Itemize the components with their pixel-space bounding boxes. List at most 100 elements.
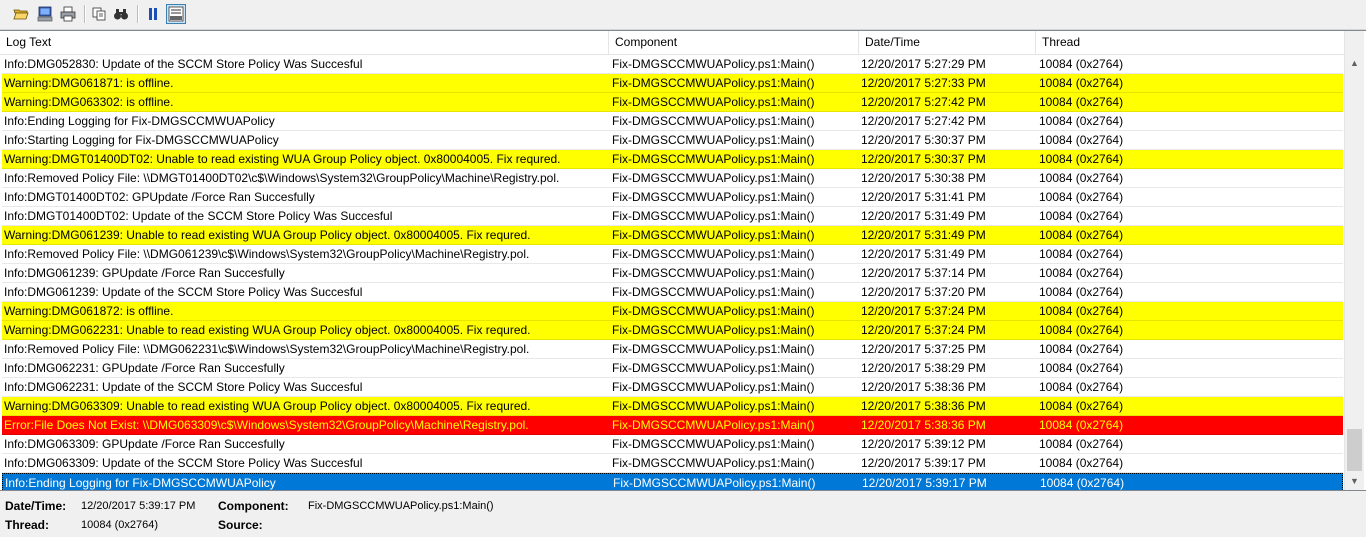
table-row[interactable]: Info:Removed Policy File: \\DMG061239\c$… [2,245,1343,264]
open-folder-icon[interactable] [11,4,31,24]
table-row[interactable]: Info:Ending Logging for Fix-DMGSCCMWUAPo… [2,112,1343,131]
column-header-log-text[interactable]: Log Text [0,31,609,54]
component-cell: Fix-DMGSCCMWUAPolicy.ps1:Main() [612,95,815,109]
table-row[interactable]: Info:DMG063309: Update of the SCCM Store… [2,454,1343,473]
thread-cell: 10084 (0x2764) [1039,209,1124,223]
log-text-cell: Info:DMG063309: Update of the SCCM Store… [4,456,363,470]
computer-icon[interactable] [35,4,55,24]
log-text-cell: Info:Removed Policy File: \\DMG062231\c$… [4,342,530,356]
thread-cell: 10084 (0x2764) [1039,247,1124,261]
table-row[interactable]: Warning:DMG061872: is offline. Fix-DMGSC… [2,302,1343,321]
table-row[interactable]: Info:DMG061239: Update of the SCCM Store… [2,283,1343,302]
table-row[interactable]: Error:File Does Not Exist: \\DMG063309\c… [2,416,1343,435]
table-row[interactable]: Info:DMGT01400DT02: GPUpdate /Force Ran … [2,188,1343,207]
component-cell: Fix-DMGSCCMWUAPolicy.ps1:Main() [612,323,815,337]
component-cell: Fix-DMGSCCMWUAPolicy.ps1:Main() [612,152,815,166]
table-row[interactable]: Info:Removed Policy File: \\DMGT01400DT0… [2,169,1343,188]
pause-icon[interactable] [143,4,163,24]
table-row[interactable]: Info:DMGT01400DT02: Update of the SCCM S… [2,207,1343,226]
datetime-cell: 12/20/2017 5:27:42 PM [861,95,986,109]
column-header-datetime[interactable]: Date/Time [859,31,1036,54]
component-cell: Fix-DMGSCCMWUAPolicy.ps1:Main() [612,190,815,204]
datetime-cell: 12/20/2017 5:38:36 PM [861,418,986,432]
log-list[interactable]: Log Text Component Date/Time Thread Info… [0,30,1366,491]
log-text-cell: Info:DMG061239: GPUpdate /Force Ran Succ… [4,266,285,280]
log-text-cell: Error:File Does Not Exist: \\DMG063309\c… [4,418,529,432]
datetime-cell: 12/20/2017 5:38:36 PM [861,380,986,394]
thread-cell: 10084 (0x2764) [1039,95,1124,109]
log-text-cell: Warning:DMG061872: is offline. [4,304,174,318]
datetime-cell: 12/20/2017 5:31:49 PM [861,228,986,242]
thread-cell: 10084 (0x2764) [1039,76,1124,90]
table-row[interactable]: Info:DMG062231: Update of the SCCM Store… [2,378,1343,397]
log-text-cell: Info:Ending Logging for Fix-DMGSCCMWUAPo… [4,114,275,128]
thread-cell: 10084 (0x2764) [1039,114,1124,128]
table-row[interactable]: Info:DMG062231: GPUpdate /Force Ran Succ… [2,359,1343,378]
log-text-cell: Info:DMG062231: Update of the SCCM Store… [4,380,363,394]
datetime-cell: 12/20/2017 5:37:25 PM [861,342,986,356]
component-cell: Fix-DMGSCCMWUAPolicy.ps1:Main() [612,380,815,394]
log-text-cell: Info:DMG062231: GPUpdate /Force Ran Succ… [4,361,285,375]
component-cell: Fix-DMGSCCMWUAPolicy.ps1:Main() [612,114,815,128]
component-cell: Fix-DMGSCCMWUAPolicy.ps1:Main() [612,456,815,470]
datetime-cell: 12/20/2017 5:37:20 PM [861,285,986,299]
table-row[interactable]: Info:DMG061239: GPUpdate /Force Ran Succ… [2,264,1343,283]
table-row[interactable]: Info:Starting Logging for Fix-DMGSCCMWUA… [2,131,1343,150]
datetime-cell: 12/20/2017 5:39:12 PM [861,437,986,451]
log-text-cell: Info:DMG063309: GPUpdate /Force Ran Succ… [4,437,285,451]
scrollbar-thumb[interactable] [1347,429,1362,471]
log-text-cell: Info:DMGT01400DT02: GPUpdate /Force Ran … [4,190,315,204]
find-icon[interactable] [111,4,131,24]
table-row[interactable]: Warning:DMG063302: is offline. Fix-DMGSC… [2,93,1343,112]
column-header: Log Text Component Date/Time Thread [0,31,1344,55]
table-row[interactable]: Info:DMG052830: Update of the SCCM Store… [2,55,1343,74]
component-value: Fix-DMGSCCMWUAPolicy.ps1:Main() [308,500,494,512]
thread-cell: 10084 (0x2764) [1040,476,1125,490]
component-cell: Fix-DMGSCCMWUAPolicy.ps1:Main() [612,76,815,90]
thread-label: Thread: [5,518,50,532]
table-row[interactable]: Info:Removed Policy File: \\DMG062231\c$… [2,340,1343,359]
log-text-cell: Info:Starting Logging for Fix-DMGSCCMWUA… [4,133,279,147]
component-cell: Fix-DMGSCCMWUAPolicy.ps1:Main() [612,209,815,223]
column-header-thread[interactable]: Thread [1036,31,1344,54]
component-cell: Fix-DMGSCCMWUAPolicy.ps1:Main() [612,171,815,185]
thread-cell: 10084 (0x2764) [1039,418,1124,432]
datetime-cell: 12/20/2017 5:27:33 PM [861,76,986,90]
thread-cell: 10084 (0x2764) [1039,342,1124,356]
datetime-value: 12/20/2017 5:39:17 PM [81,500,196,512]
table-row-selected[interactable]: Info:Ending Logging for Fix-DMGSCCMWUAPo… [2,473,1343,490]
thread-cell: 10084 (0x2764) [1039,323,1124,337]
source-label: Source: [218,518,263,532]
table-row[interactable]: Warning:DMG061239: Unable to read existi… [2,226,1343,245]
scroll-down-icon[interactable]: ▼ [1345,472,1364,489]
thread-cell: 10084 (0x2764) [1039,361,1124,375]
copy-icon[interactable] [89,4,109,24]
table-row[interactable]: Warning:DMG061871: is offline. Fix-DMGSC… [2,74,1343,93]
log-text-cell: Warning:DMG063309: Unable to read existi… [4,399,531,413]
thread-cell: 10084 (0x2764) [1039,228,1124,242]
table-row[interactable]: Warning:DMG062231: Unable to read existi… [2,321,1343,340]
print-icon[interactable] [58,4,78,24]
component-cell: Fix-DMGSCCMWUAPolicy.ps1:Main() [612,266,815,280]
thread-cell: 10084 (0x2764) [1039,380,1124,394]
component-cell: Fix-DMGSCCMWUAPolicy.ps1:Main() [613,476,816,490]
datetime-label: Date/Time: [5,499,67,513]
log-text-cell: Info:Removed Policy File: \\DMGT01400DT0… [4,171,560,185]
table-row[interactable]: Warning:DMGT01400DT02: Unable to read ex… [2,150,1343,169]
table-row[interactable]: Warning:DMG063309: Unable to read existi… [2,397,1343,416]
column-header-component[interactable]: Component [609,31,859,54]
log-text-cell: Warning:DMG063302: is offline. [4,95,174,109]
component-cell: Fix-DMGSCCMWUAPolicy.ps1:Main() [612,285,815,299]
datetime-cell: 12/20/2017 5:31:49 PM [861,209,986,223]
datetime-cell: 12/20/2017 5:37:14 PM [861,266,986,280]
component-label: Component: [218,499,289,513]
component-cell: Fix-DMGSCCMWUAPolicy.ps1:Main() [612,57,815,71]
log-text-cell: Info:DMG052830: Update of the SCCM Store… [4,57,363,71]
thread-cell: 10084 (0x2764) [1039,304,1124,318]
table-row[interactable]: Info:DMG063309: GPUpdate /Force Ran Succ… [2,435,1343,454]
datetime-cell: 12/20/2017 5:31:49 PM [861,247,986,261]
details-pane-icon[interactable] [166,4,186,24]
vertical-scrollbar[interactable]: ▲ ▼ [1344,31,1364,490]
scroll-up-icon[interactable]: ▲ [1345,54,1364,71]
thread-cell: 10084 (0x2764) [1039,456,1124,470]
